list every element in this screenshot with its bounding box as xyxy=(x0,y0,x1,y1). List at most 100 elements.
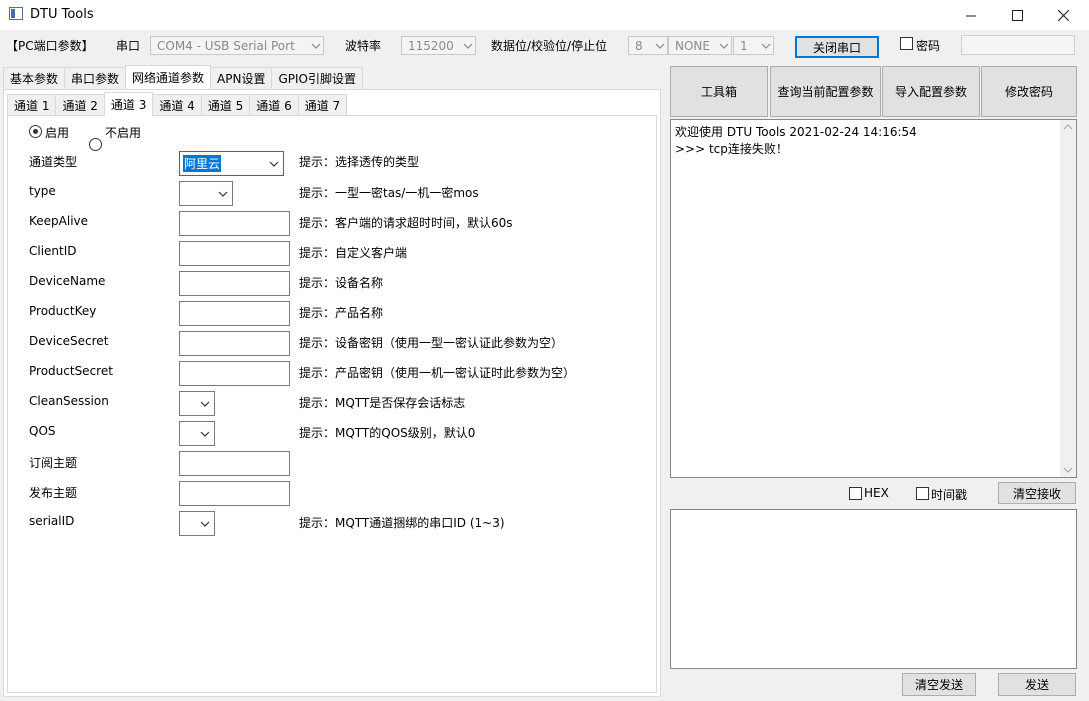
tab-channel-2[interactable]: 通道 2 xyxy=(55,94,105,116)
tab-basic-params[interactable]: 基本参数 xyxy=(3,67,66,89)
import-config-button[interactable]: 导入配置参数 xyxy=(882,66,980,117)
chevron-down-icon xyxy=(200,431,210,437)
main-tabs: 基本参数 串口参数 网络通道参数 APN设置 GPIO引脚设置 xyxy=(3,65,364,89)
subscribe-topic-input[interactable] xyxy=(179,451,290,476)
change-password-button[interactable]: 修改密码 xyxy=(981,66,1077,117)
minimize-button[interactable] xyxy=(948,0,994,30)
app-icon xyxy=(9,7,23,20)
channel-tabs: 通道 1 通道 2 通道 3 通道 4 通道 5 通道 6 通道 7 xyxy=(7,92,348,116)
keepalive-hint: 提示：客户端的请求超时时间，默认60s xyxy=(299,216,513,230)
devicename-input[interactable] xyxy=(179,271,290,296)
devicesecret-hint: 提示：设备密钥（使用一型一密认证此参数为空） xyxy=(299,336,564,350)
close-port-button[interactable]: 关闭串口 xyxy=(795,36,879,58)
chevron-down-icon xyxy=(655,43,665,49)
maximize-button[interactable] xyxy=(994,0,1040,30)
productkey-hint: 提示：产品名称 xyxy=(299,306,384,320)
timestamp-checkbox[interactable] xyxy=(916,487,929,500)
tab-channel-1[interactable]: 通道 1 xyxy=(7,94,57,116)
channel-type-select[interactable]: 阿里云 xyxy=(179,151,284,176)
enable-radio[interactable] xyxy=(29,125,42,138)
databits-value: 8 xyxy=(635,38,643,53)
tab-gpio-settings[interactable]: GPIO引脚设置 xyxy=(271,67,364,89)
tab-serial-params[interactable]: 串口参数 xyxy=(64,67,127,89)
devicename-label: DeviceName xyxy=(29,274,106,288)
qos-select[interactable] xyxy=(179,421,215,446)
stopbits-value: 1 xyxy=(740,38,748,53)
qos-label: QOS xyxy=(29,424,56,438)
productsecret-label: ProductSecret xyxy=(29,364,113,378)
cleansession-hint: 提示：MQTT是否保存会话标志 xyxy=(299,396,466,410)
timestamp-label: 时间戳 xyxy=(931,488,968,502)
tab-network-channel-params[interactable]: 网络通道参数 xyxy=(125,65,212,89)
close-window-button[interactable] xyxy=(1040,0,1086,30)
password-checkbox[interactable] xyxy=(900,37,913,50)
cleansession-select[interactable] xyxy=(179,391,215,416)
channel-type-hint: 提示：选择透传的类型 xyxy=(299,155,420,169)
port-label: 串口 xyxy=(116,39,141,53)
chevron-down-icon xyxy=(463,43,473,49)
password-field[interactable] xyxy=(961,35,1075,55)
baud-label: 波特率 xyxy=(345,39,382,53)
window-title: DTU Tools xyxy=(30,7,94,22)
tab-channel-5[interactable]: 通道 5 xyxy=(200,94,251,116)
type-select[interactable] xyxy=(179,181,233,206)
enable-label: 启用 xyxy=(45,126,70,140)
productsecret-input[interactable] xyxy=(179,361,290,386)
databits-select[interactable]: 8 xyxy=(628,36,668,55)
close-icon xyxy=(1057,9,1069,21)
disable-radio[interactable] xyxy=(89,138,102,151)
minimize-icon xyxy=(965,15,976,16)
port-value: COM4 - USB Serial Port xyxy=(157,38,295,53)
parity-select[interactable]: NONE xyxy=(668,36,732,55)
chevron-down-icon xyxy=(269,161,279,167)
keepalive-label: KeepAlive xyxy=(29,214,89,228)
query-config-button[interactable]: 查询当前配置参数 xyxy=(770,66,881,117)
cleansession-label: CleanSession xyxy=(29,394,109,408)
tab-channel-4[interactable]: 通道 4 xyxy=(152,94,202,116)
chevron-down-icon xyxy=(719,43,729,49)
maximize-icon xyxy=(1011,9,1023,21)
devicename-hint: 提示：设备名称 xyxy=(299,276,384,290)
tab-channel-7[interactable]: 通道 7 xyxy=(297,94,348,116)
scroll-up-icon[interactable] xyxy=(1064,124,1072,130)
productsecret-hint: 提示：产品密钥（使用一机一密认证时此参数为空） xyxy=(299,366,576,380)
chevron-down-icon xyxy=(311,43,321,49)
serialid-hint: 提示：MQTT通道捆绑的串口ID (1~3) xyxy=(299,516,505,530)
send-button[interactable]: 发送 xyxy=(998,673,1076,696)
serialid-select[interactable] xyxy=(179,511,215,536)
stopbits-select[interactable]: 1 xyxy=(733,36,774,55)
type-hint: 提示：一型一密tas/一机一密mos xyxy=(299,186,479,200)
clear-receive-button[interactable]: 清空接收 xyxy=(998,482,1076,504)
baud-select[interactable]: 115200 xyxy=(401,36,476,55)
publish-topic-input[interactable] xyxy=(179,481,290,506)
productkey-input[interactable] xyxy=(179,301,290,326)
clear-send-button[interactable]: 清空发送 xyxy=(902,673,976,696)
hex-checkbox[interactable] xyxy=(849,487,862,500)
baud-value: 115200 xyxy=(408,38,454,53)
receive-log[interactable]: 欢迎使用 DTU Tools 2021-02-24 14:16:54 >>> t… xyxy=(670,119,1077,478)
tab-apn-settings[interactable]: APN设置 xyxy=(210,67,273,89)
clientid-input[interactable] xyxy=(179,241,290,266)
toolbox-button[interactable]: 工具箱 xyxy=(670,66,768,117)
tab-channel-6[interactable]: 通道 6 xyxy=(249,94,299,116)
publish-topic-label: 发布主题 xyxy=(29,486,78,500)
type-label: type xyxy=(29,184,56,198)
keepalive-input[interactable] xyxy=(179,211,290,236)
tab-channel-3[interactable]: 通道 3 xyxy=(103,92,154,116)
password-label: 密码 xyxy=(916,39,941,53)
send-input[interactable] xyxy=(670,509,1077,669)
devicesecret-input[interactable] xyxy=(179,331,290,356)
port-select[interactable]: COM4 - USB Serial Port xyxy=(150,36,324,55)
chevron-down-icon xyxy=(761,43,771,49)
chevron-down-icon xyxy=(200,521,210,527)
qos-hint: 提示：MQTT的QOS级别，默认0 xyxy=(299,426,476,440)
log-scrollbar[interactable] xyxy=(1060,120,1076,477)
scroll-down-icon[interactable] xyxy=(1064,467,1072,473)
hex-label: HEX xyxy=(864,486,889,500)
channel-type-value: 阿里云 xyxy=(183,155,222,172)
productkey-label: ProductKey xyxy=(29,304,97,318)
devicesecret-label: DeviceSecret xyxy=(29,334,109,348)
clientid-hint: 提示：自定义客户端 xyxy=(299,246,408,260)
channel-type-label: 通道类型 xyxy=(29,155,78,169)
serialid-label: serialID xyxy=(29,514,75,528)
